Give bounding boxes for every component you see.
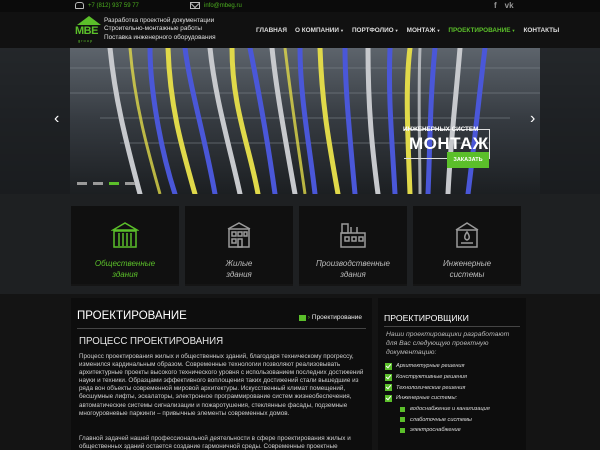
slider-dot-active[interactable] [109, 182, 119, 185]
slider-next-button[interactable]: › [530, 110, 535, 128]
page-title: ПРОЕКТИРОВАНИЕ [77, 310, 187, 322]
category-label: системы [449, 270, 485, 279]
nav-portfolio[interactable]: ПОРТФОЛИО▼ [348, 27, 403, 34]
category-label: здания [112, 270, 138, 279]
logo-subtext: group [78, 38, 94, 43]
logo-roof-icon [77, 16, 101, 25]
divider [77, 328, 366, 329]
list-item[interactable]: Технологические решения [385, 382, 490, 393]
list-subitem[interactable]: слаботочные системы [385, 414, 490, 425]
mail-icon [190, 2, 200, 9]
phone-contact[interactable]: +7 (812) 937 59 77 [75, 2, 139, 9]
paragraph: Процесс проектирования жилых и обществен… [79, 353, 364, 417]
list-subitem[interactable]: водоснабжение и канализация [385, 404, 490, 415]
nav-home[interactable]: ГЛАВНАЯ [252, 27, 291, 34]
bullet-icon [400, 406, 405, 412]
hero-slider: ‹ › ИНЖЕНЕРНЫХ СИСТЕМ МОНТАЖ ЗАКАЗАТЬ [0, 48, 600, 194]
home-icon[interactable] [298, 314, 306, 321]
category-tiles: Общественные здания Жилые здания Произво… [0, 194, 600, 294]
list-subitem[interactable]: электроснабжение [385, 425, 490, 436]
nav-about[interactable]: О КОМПАНИИ▼ [291, 27, 348, 34]
category-label: Инженерные [442, 259, 492, 268]
breadcrumb-separator-icon: › [307, 314, 310, 321]
slider-image [0, 48, 600, 194]
slider-prev-button[interactable]: ‹ [54, 110, 59, 128]
breadcrumb: › Проектирование [298, 314, 362, 321]
phone-number[interactable]: +7 (812) 937 59 77 [88, 3, 139, 9]
site-header: MBE group Разработка проектной документа… [0, 12, 600, 48]
sidebar: ПРОЕКТИРОВЩИКИ Наши проектировщики разра… [378, 298, 526, 450]
checkbox-icon [385, 373, 392, 381]
list-item[interactable]: Конструктивные решения [385, 372, 490, 383]
chevron-down-icon: ▼ [511, 27, 516, 33]
chevron-down-icon: ▼ [394, 27, 399, 33]
bullet-icon [400, 427, 405, 433]
caption-big: МОНТАЖ [409, 134, 489, 153]
top-bar: +7 (812) 937 59 77 info@mbeg.ru f vk [0, 0, 600, 12]
checkbox-icon [385, 362, 392, 370]
public-building-icon [111, 222, 139, 248]
slider-dots [77, 182, 135, 185]
divider [384, 326, 520, 327]
category-label: здания [226, 270, 252, 279]
slider-dot[interactable] [125, 182, 135, 185]
facebook-icon[interactable]: f [494, 1, 497, 10]
category-label: Общественные [94, 259, 156, 268]
order-button[interactable]: ЗАКАЗАТЬ [447, 152, 489, 168]
logo[interactable]: MBE group [75, 14, 103, 46]
vk-icon[interactable]: vk [505, 1, 514, 10]
services-list: Архитектурные решения Конструктивные реш… [385, 361, 490, 436]
checkbox-icon [385, 384, 392, 392]
category-industrial-buildings[interactable]: Производственные здания [299, 206, 407, 286]
category-label: Жилые [225, 259, 253, 268]
chevron-down-icon: ▼ [339, 27, 344, 33]
checkbox-icon [385, 394, 392, 402]
category-engineering-systems[interactable]: Инженерные системы [413, 206, 521, 286]
list-item[interactable]: Архитектурные решения [385, 361, 490, 372]
breadcrumb-current: Проектирование [311, 314, 362, 321]
nav-design[interactable]: ПРОЕКТИРОВАНИЕ▼ [444, 27, 519, 34]
sidebar-title: ПРОЕКТИРОВЩИКИ [384, 313, 469, 323]
category-residential-buildings[interactable]: Жилые здания [185, 206, 293, 286]
industrial-building-icon [340, 223, 366, 248]
residential-building-icon [227, 222, 251, 248]
tagline-line: Поставка инженерного оборудования [104, 33, 216, 41]
tagline-line: Строительно-монтажные работы [104, 25, 203, 33]
logo-text: MBE [75, 25, 98, 37]
bullet-icon [400, 417, 405, 423]
paragraph: Главной задачей нашей профессиональной д… [79, 435, 351, 450]
section-subtitle: ПРОЦЕСС ПРОЕКТИРОВАНИЯ [79, 336, 224, 347]
category-public-buildings[interactable]: Общественные здания [71, 206, 179, 286]
slider-dot[interactable] [77, 182, 87, 185]
social-links: f vk [494, 1, 514, 10]
phone-icon [75, 2, 84, 9]
email-address[interactable]: info@mbeg.ru [204, 3, 242, 9]
sidebar-intro: Наши проектировщики разработают для Вас … [386, 331, 510, 356]
email-contact[interactable]: info@mbeg.ru [190, 2, 242, 9]
category-label: здания [340, 270, 366, 279]
list-item[interactable]: Инженерные системы: [385, 393, 490, 404]
engineering-systems-icon [455, 222, 479, 248]
nav-contacts[interactable]: КОНТАКТЫ [519, 27, 563, 34]
slider-dot[interactable] [93, 182, 103, 185]
caption-small: ИНЖЕНЕРНЫХ СИСТЕМ [403, 126, 479, 133]
main-content: ПРОЕКТИРОВАНИЕ › Проектирование ПРОЦЕСС … [71, 298, 372, 450]
category-label: Производственные [316, 259, 390, 268]
tagline: Разработка проектной документации Строит… [104, 17, 216, 42]
main-nav: ГЛАВНАЯ О КОМПАНИИ▼ ПОРТФОЛИО▼ МОНТАЖ▼ П… [252, 27, 563, 34]
nav-installation[interactable]: МОНТАЖ▼ [403, 27, 445, 34]
chevron-down-icon: ▼ [436, 27, 441, 33]
